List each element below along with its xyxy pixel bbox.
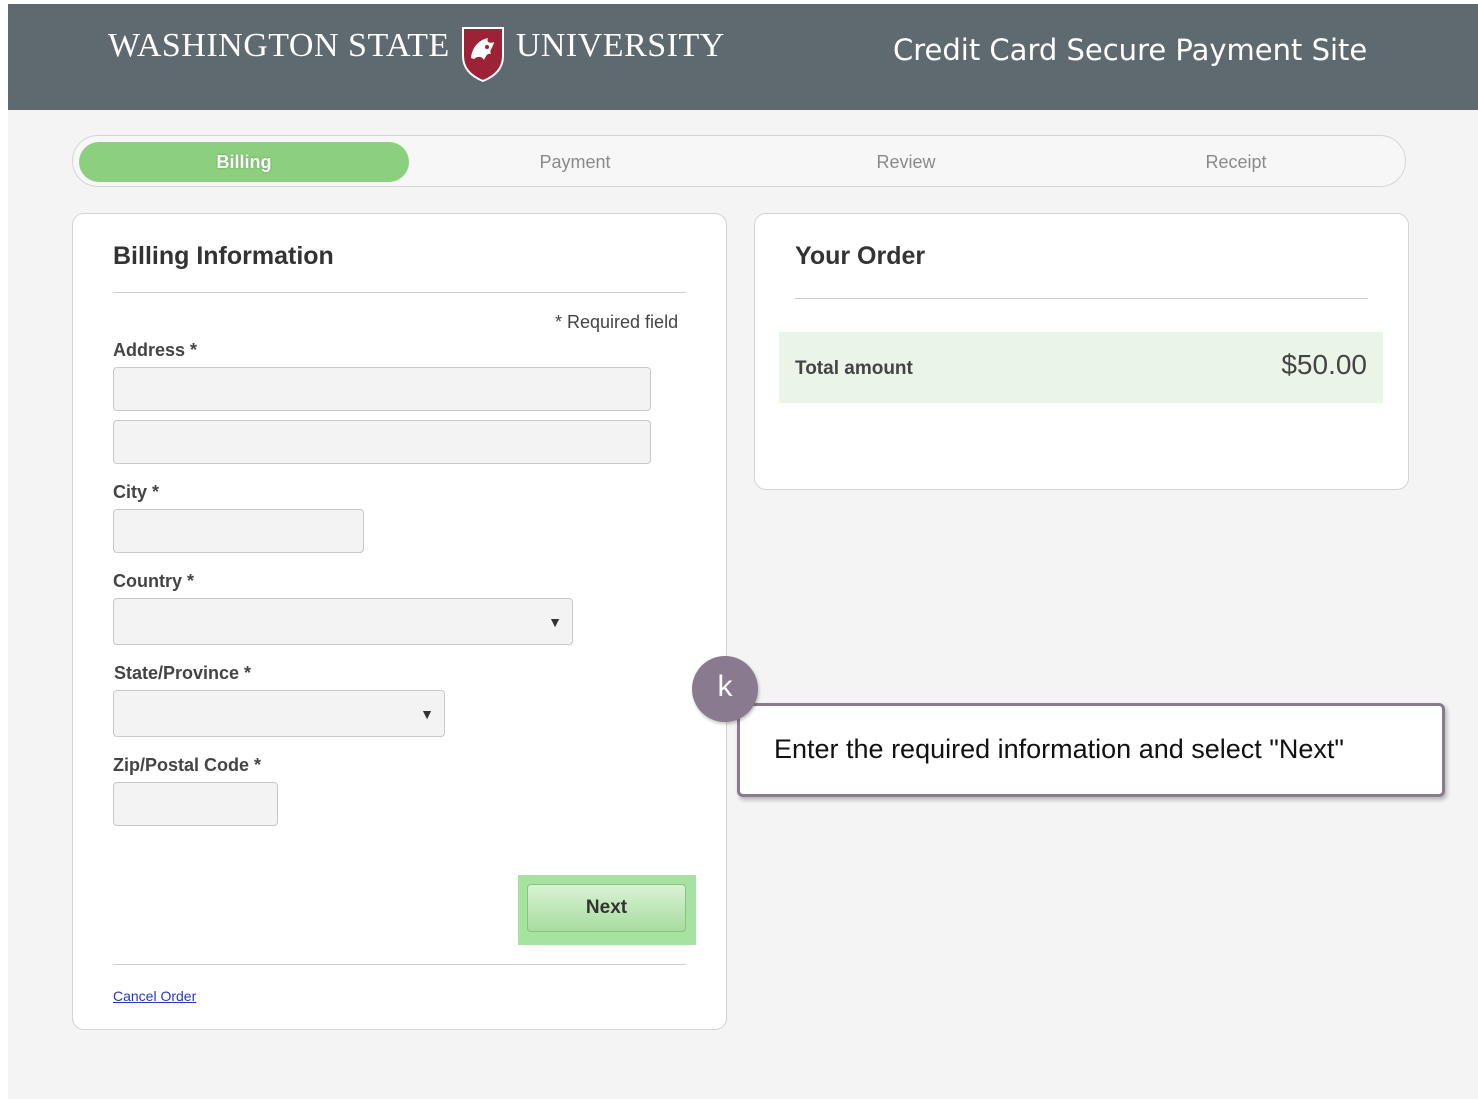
instruction-text: Enter the required information and selec… xyxy=(774,734,1344,764)
triangle-down-icon: ▼ xyxy=(548,613,562,630)
site-header: WASHINGTON STATE UNIVERSITY Credit Card … xyxy=(8,4,1478,110)
next-button[interactable]: Next xyxy=(527,884,686,932)
logo-text-right: UNIVERSITY xyxy=(515,27,725,64)
step-review: Review xyxy=(876,152,936,172)
zip-label: Zip/Postal Code * xyxy=(113,755,262,775)
order-divider xyxy=(795,298,1368,299)
total-value: $50.00 xyxy=(1281,349,1367,380)
address-line1-input[interactable] xyxy=(113,367,651,411)
billing-footer-divider xyxy=(113,964,686,965)
step-payment: Payment xyxy=(539,152,611,172)
billing-title: Billing Information xyxy=(113,242,334,270)
country-select[interactable]: ▼ xyxy=(113,598,573,645)
step-billing: Billing xyxy=(79,142,409,182)
step-receipt: Receipt xyxy=(1205,152,1267,172)
order-title: Your Order xyxy=(795,242,926,270)
city-input[interactable] xyxy=(113,509,364,553)
state-select[interactable]: ▼ xyxy=(113,690,445,737)
country-label: Country * xyxy=(113,571,194,591)
address-label: Address * xyxy=(113,340,198,360)
total-row: Total amount $50.00 xyxy=(779,332,1383,403)
step-badge: k xyxy=(692,656,758,722)
left-strip xyxy=(0,0,8,1099)
site-title: Credit Card Secure Payment Site xyxy=(893,33,1368,67)
triangle-down-icon: ▼ xyxy=(420,705,434,722)
wsu-logo[interactable]: WASHINGTON STATE UNIVERSITY xyxy=(108,26,725,82)
billing-divider xyxy=(113,292,686,293)
total-label: Total amount xyxy=(795,358,913,379)
logo-text-left: WASHINGTON STATE xyxy=(108,27,450,64)
city-label: City * xyxy=(113,482,160,502)
state-label: State/Province * xyxy=(114,663,252,683)
checkout-progress: Billing Payment Review Receipt xyxy=(72,135,1406,187)
address-line2-input[interactable] xyxy=(113,420,651,464)
wsu-cougar-shield-icon xyxy=(461,27,504,82)
instruction-callout: Enter the required information and selec… xyxy=(737,703,1445,797)
cancel-order-link[interactable]: Cancel Order xyxy=(113,988,196,1004)
zip-input[interactable] xyxy=(113,782,278,826)
required-note: * Required field xyxy=(555,312,679,332)
